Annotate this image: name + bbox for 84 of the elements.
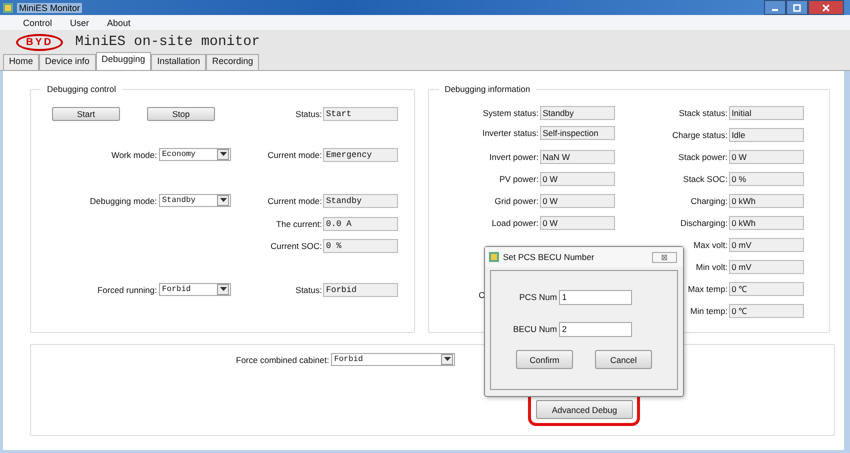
dialog-title: Set PCS BECU Number <box>503 252 594 262</box>
close-icon <box>822 4 830 12</box>
maximize-icon <box>793 4 801 12</box>
readonly-field: 0 ℃ <box>728 282 804 296</box>
field-label: Forced running: <box>97 284 157 294</box>
readonly-field: 0 % <box>728 172 804 186</box>
dropdown[interactable]: Forbid <box>159 283 231 296</box>
tab[interactable]: Device info <box>39 54 96 70</box>
field-label: Stack power: <box>677 152 728 162</box>
readonly-field: 0.0 A <box>323 217 398 231</box>
readonly-field: 0 ℃ <box>728 304 804 318</box>
field-label: Min temp: <box>689 306 728 316</box>
field-label: Force combined cabinet: <box>236 354 330 364</box>
field-label: Inverter status: <box>481 128 539 138</box>
field-label: Load power: <box>490 218 539 228</box>
readonly-field: Initial <box>728 106 804 120</box>
window-title: MiniES Monitor <box>17 2 82 12</box>
dropdown[interactable]: Forbid <box>331 353 456 366</box>
field-label: Max temp: <box>686 284 728 294</box>
readonly-field: 0 kWh <box>728 194 804 208</box>
maximize-button[interactable] <box>786 0 808 15</box>
field-label: Debugging mode: <box>90 196 157 206</box>
field-label: Status: <box>294 108 322 119</box>
field-label: Grid power: <box>494 196 539 206</box>
field-label: Invert power: <box>488 152 539 162</box>
app-title: MiniES on-site monitor <box>75 34 260 50</box>
menu-item[interactable]: User <box>70 18 90 28</box>
field-label: Min volt: <box>694 262 728 272</box>
app-icon <box>3 2 13 12</box>
readonly-field: 0 W <box>540 216 615 230</box>
dropdown[interactable]: Economy <box>159 148 231 161</box>
readonly-field: 0 mV <box>728 238 804 252</box>
readonly-field: 0 W <box>728 150 804 164</box>
readonly-field: Emergency <box>323 148 398 162</box>
menu-item[interactable]: About <box>107 18 131 28</box>
field-label: PCS Num <box>518 292 557 302</box>
input-field[interactable]: 2 <box>559 322 632 336</box>
field-label: The current: <box>275 218 322 229</box>
close-button[interactable] <box>808 0 844 15</box>
field-label: Stack SOC: <box>682 174 728 184</box>
advanced-debug-button[interactable]: Advanced Debug <box>536 400 633 419</box>
field-label: Charge status: <box>671 130 728 140</box>
dropdown[interactable]: Standby <box>159 194 231 207</box>
readonly-field: Idle <box>728 128 804 142</box>
field-label: Current SOC: <box>270 240 322 251</box>
field-label: Current mode: <box>266 195 322 206</box>
field-label: Discharging: <box>679 218 728 228</box>
readonly-field: 0 W <box>540 172 615 186</box>
readonly-field: Standby <box>323 194 398 208</box>
field-label: Current mode: <box>266 149 322 160</box>
app-icon <box>489 252 499 262</box>
input-field[interactable]: 1 <box>559 290 632 304</box>
field-label: System status: <box>482 108 539 118</box>
start-button[interactable]: Start <box>52 107 120 121</box>
readonly-field: Self-inspection <box>540 126 615 140</box>
readonly-field: Forbid <box>323 283 398 297</box>
field-label: Stack status: <box>678 108 728 118</box>
confirm-button[interactable]: Confirm <box>516 350 573 369</box>
field-label: Max volt: <box>692 240 728 250</box>
readonly-field: 0 mV <box>728 260 804 274</box>
tab[interactable]: Installation <box>151 54 206 70</box>
field-label: Charging: <box>690 196 728 206</box>
close-button[interactable]: ⊠ <box>652 252 677 262</box>
field-label: Status: <box>294 284 322 295</box>
field-label: C <box>478 290 485 300</box>
menu-item[interactable]: Control <box>23 18 52 28</box>
field-label: Work mode: <box>111 150 157 160</box>
panel-title: Debugging control <box>41 84 122 94</box>
readonly-field: 0 kWh <box>728 216 804 230</box>
panel-title: Debugging information <box>438 84 536 94</box>
logo: BYD <box>16 34 64 50</box>
field-label: BECU Num <box>512 324 557 334</box>
readonly-field: Start <box>323 107 398 121</box>
cancel-button[interactable]: Cancel <box>595 350 652 369</box>
stop-button[interactable]: Stop <box>147 107 215 121</box>
tab[interactable]: Debugging <box>96 52 152 70</box>
field-label: PV power: <box>498 174 539 184</box>
readonly-field: NaN W <box>540 150 615 164</box>
readonly-field: 0 W <box>540 194 615 208</box>
minimize-button[interactable] <box>764 0 786 15</box>
readonly-field: 0 % <box>323 239 398 253</box>
tab[interactable]: Recording <box>206 54 260 70</box>
tab[interactable]: Home <box>3 54 40 70</box>
readonly-field: Standby <box>540 106 615 120</box>
